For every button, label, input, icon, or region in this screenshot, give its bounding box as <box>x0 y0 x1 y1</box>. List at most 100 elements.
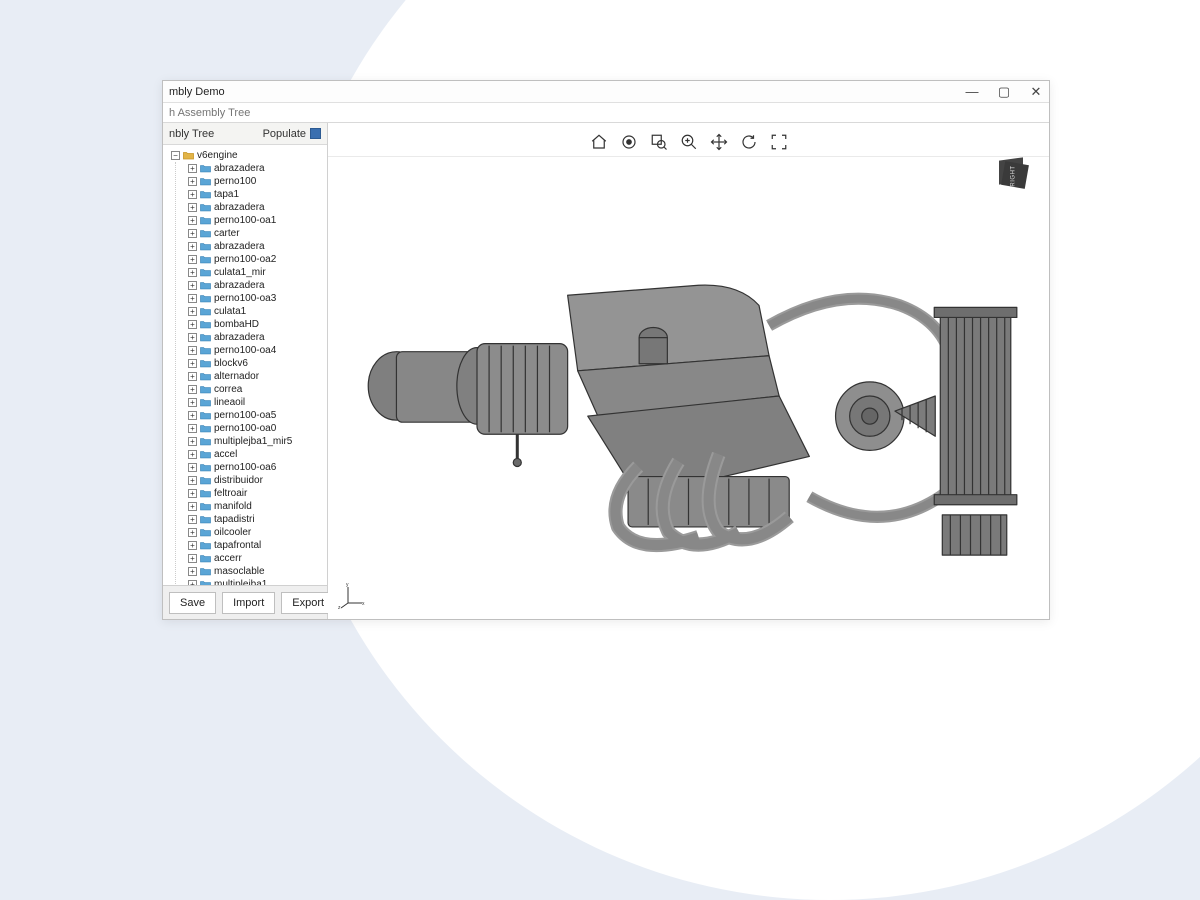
tree-scroll[interactable]: − v6engine +abrazadera+perno100+tapa1+ab… <box>163 145 327 585</box>
folder-icon <box>200 424 211 433</box>
tree-node[interactable]: +abrazadera <box>188 279 325 292</box>
tree-node[interactable]: +culata1 <box>188 305 325 318</box>
expander-icon[interactable]: + <box>188 463 197 472</box>
expander-icon[interactable]: + <box>188 567 197 576</box>
home-icon[interactable] <box>588 131 610 153</box>
tree-node[interactable]: +culata1_mir <box>188 266 325 279</box>
tree-node[interactable]: +multiplejba1 <box>188 578 325 585</box>
expander-icon[interactable]: + <box>188 281 197 290</box>
tree-node[interactable]: +tapafrontal <box>188 539 325 552</box>
pan-icon[interactable] <box>708 131 730 153</box>
expander-icon[interactable]: + <box>188 489 197 498</box>
tree-node[interactable]: +carter <box>188 227 325 240</box>
expander-icon[interactable]: + <box>188 502 197 511</box>
tree-node[interactable]: +abrazadera <box>188 201 325 214</box>
folder-icon <box>200 333 211 342</box>
tree-node[interactable]: +accerr <box>188 552 325 565</box>
orbit-icon[interactable] <box>738 131 760 153</box>
tree-node[interactable]: +manifold <box>188 500 325 513</box>
expander-icon[interactable]: + <box>188 242 197 251</box>
tree-node[interactable]: + perno100-oa0 <box>188 422 325 435</box>
tree-node[interactable]: +perno100-oa5 <box>188 409 325 422</box>
tree-node-label: tapadistri <box>214 513 255 526</box>
tree-node-label: perno100-oa0 <box>214 422 276 435</box>
footer-button-row: SaveImportExportIntegrate <box>163 585 327 619</box>
zoom-icon[interactable] <box>678 131 700 153</box>
expander-icon[interactable]: + <box>188 216 197 225</box>
tree-search-input[interactable] <box>163 105 1049 121</box>
expander-icon[interactable]: + <box>188 437 197 446</box>
svg-text:y: y <box>346 582 349 588</box>
tree-node[interactable]: +perno100-oa3 <box>188 292 325 305</box>
titlebar: mbly Demo — ▢ ✕ <box>163 81 1049 103</box>
tree-node[interactable]: +correa <box>188 383 325 396</box>
expander-icon[interactable]: + <box>188 424 197 433</box>
expander-icon[interactable]: + <box>188 307 197 316</box>
expander-icon[interactable]: + <box>188 541 197 550</box>
expander-icon[interactable]: + <box>188 528 197 537</box>
expander-icon[interactable]: + <box>188 333 197 342</box>
expander-icon[interactable]: + <box>188 398 197 407</box>
tree-node[interactable]: +abrazadera <box>188 331 325 344</box>
expander-icon[interactable]: + <box>188 346 197 355</box>
expander-icon[interactable]: + <box>188 177 197 186</box>
tree-node[interactable]: +multiplejba1_mir5 <box>188 435 325 448</box>
expander-icon[interactable]: + <box>188 554 197 563</box>
save-button[interactable]: Save <box>169 592 216 614</box>
export-button[interactable]: Export <box>281 592 335 614</box>
tree-node[interactable]: +oilcooler <box>188 526 325 539</box>
zoom-window-icon[interactable] <box>648 131 670 153</box>
app-window: mbly Demo — ▢ ✕ nbly Tree Populate − <box>162 80 1050 620</box>
visibility-icon[interactable] <box>618 131 640 153</box>
tree-node[interactable]: +perno100-oa4 <box>188 344 325 357</box>
expander-icon[interactable]: + <box>188 476 197 485</box>
tree-node[interactable]: + lineaoil <box>188 396 325 409</box>
tree-node[interactable]: +abrazadera <box>188 162 325 175</box>
expander-icon[interactable]: + <box>188 229 197 238</box>
maximize-button[interactable]: ▢ <box>995 81 1013 103</box>
tree-node[interactable]: +masoclable <box>188 565 325 578</box>
expander-icon[interactable]: + <box>188 255 197 264</box>
tree-node[interactable]: +alternador <box>188 370 325 383</box>
folder-icon <box>200 385 211 394</box>
viewport-toolbar-wrap <box>328 129 1049 157</box>
folder-icon <box>200 216 211 225</box>
expander-icon[interactable]: + <box>188 268 197 277</box>
tree-node[interactable]: +perno100-oa1 <box>188 214 325 227</box>
tree-node-label: perno100-oa6 <box>214 461 276 474</box>
expander-icon[interactable]: + <box>188 294 197 303</box>
viewport-3d[interactable]: RIGHT <box>328 123 1049 619</box>
fit-all-icon[interactable] <box>768 131 790 153</box>
tree-node[interactable]: + perno100-oa6 <box>188 461 325 474</box>
expander-icon[interactable]: − <box>171 151 180 160</box>
tree-node[interactable]: +feltroair <box>188 487 325 500</box>
expander-icon[interactable]: + <box>188 450 197 459</box>
tree-node[interactable]: +blockv6 <box>188 357 325 370</box>
assembly-tree-panel: nbly Tree Populate − v6engine +abrazader <box>163 123 328 619</box>
tree-node-label: lineaoil <box>214 396 245 409</box>
expander-icon[interactable]: + <box>188 203 197 212</box>
expander-icon[interactable]: + <box>188 372 197 381</box>
tree-node[interactable]: +abrazadera <box>188 240 325 253</box>
tree-node[interactable]: +perno100-oa2 <box>188 253 325 266</box>
tree-node[interactable]: + tapadistri <box>188 513 325 526</box>
tree-root-node[interactable]: − v6engine <box>171 149 325 162</box>
populate-toggle[interactable]: Populate <box>263 128 321 140</box>
expander-icon[interactable]: + <box>188 515 197 524</box>
expander-icon[interactable]: + <box>188 320 197 329</box>
close-button[interactable]: ✕ <box>1027 81 1045 103</box>
tree-node[interactable]: +accel <box>188 448 325 461</box>
folder-icon <box>200 268 211 277</box>
minimize-button[interactable]: — <box>963 81 981 103</box>
import-button[interactable]: Import <box>222 592 275 614</box>
expander-icon[interactable]: + <box>188 359 197 368</box>
tree-node[interactable]: +perno100 <box>188 175 325 188</box>
expander-icon[interactable]: + <box>188 164 197 173</box>
tree-node[interactable]: +distribuidor <box>188 474 325 487</box>
tree-node[interactable]: +bombaHD <box>188 318 325 331</box>
expander-icon[interactable]: + <box>188 190 197 199</box>
expander-icon[interactable]: + <box>188 385 197 394</box>
tree-node[interactable]: +tapa1 <box>188 188 325 201</box>
folder-icon <box>200 346 211 355</box>
expander-icon[interactable]: + <box>188 411 197 420</box>
